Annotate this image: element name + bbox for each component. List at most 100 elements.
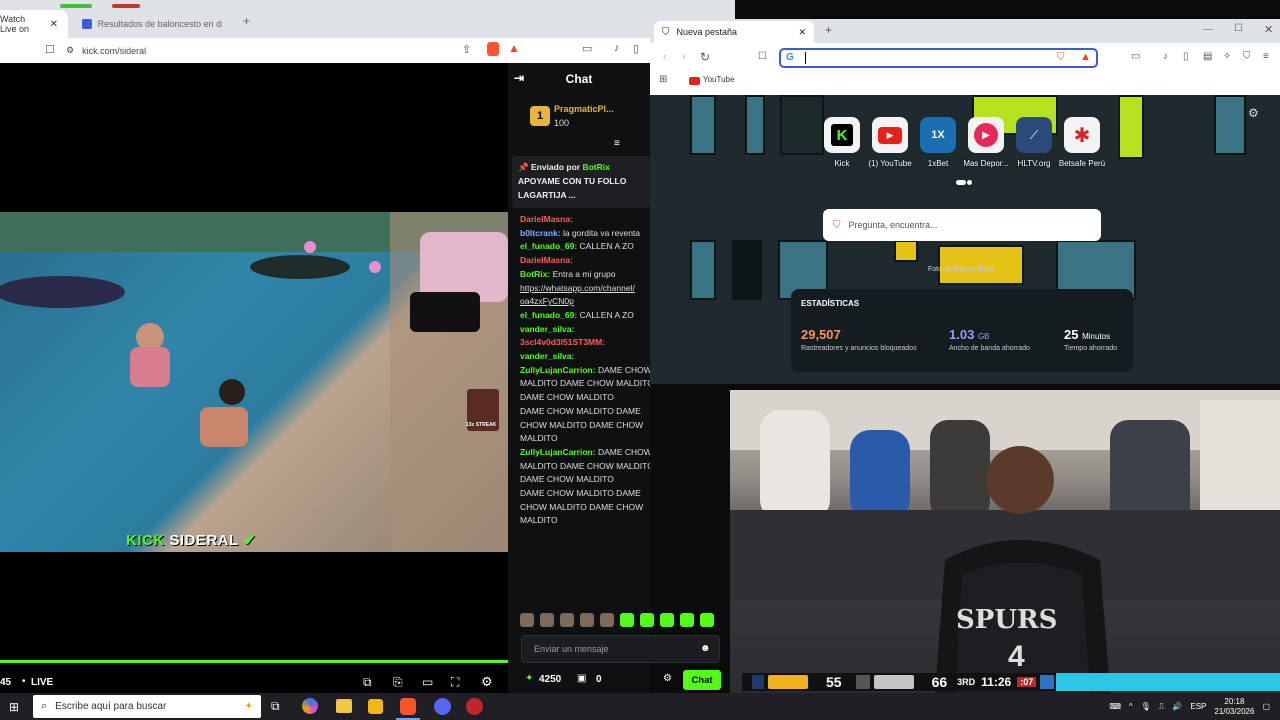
brave-shields-icon[interactable] <box>487 42 499 56</box>
emote-icon[interactable] <box>520 613 534 627</box>
customize-gear-icon[interactable]: ⚙ <box>1248 106 1259 120</box>
music-icon[interactable]: ♪ <box>614 42 620 54</box>
chat-username[interactable]: 3scl4v0d3l51ST3MM: <box>520 337 605 347</box>
emote-icon[interactable] <box>660 613 674 627</box>
close-window-icon[interactable]: ✕ <box>1264 23 1273 36</box>
emote-icon[interactable] <box>580 613 594 627</box>
emote-icon[interactable] <box>620 613 634 627</box>
bookmark-icon[interactable]: ☐ <box>45 43 55 56</box>
music-icon[interactable]: ♪ <box>1163 51 1168 62</box>
emote-icon[interactable] <box>540 613 554 627</box>
pip-icon[interactable]: ⧉ <box>363 675 372 690</box>
task-view-icon[interactable]: ⧉ <box>271 699 280 714</box>
shortcut-youtube[interactable]: ▶ (1) YouTube <box>865 117 915 168</box>
notification-icon[interactable]: ▢ <box>1262 702 1270 711</box>
network-icon[interactable]: ⎍ <box>1159 702 1165 712</box>
shortcut-hltv[interactable]: ⟋ HLTV.org <box>1009 117 1059 168</box>
photo-credit[interactable]: Foto de Blanco Shots <box>928 266 995 273</box>
brave-shields-icon[interactable]: ⛉ <box>1057 52 1065 63</box>
chat-username[interactable]: ZullyLujanCarrion: <box>520 365 596 375</box>
chevron-up-icon[interactable]: ^ <box>1129 702 1133 711</box>
tab-nueva-pestana[interactable]: ⛉ Nueva pestaña ✕ <box>654 21 814 43</box>
pinned-message[interactable]: 📌 Enviado por BotRix APOYAME CON TU FOLL… <box>512 156 650 208</box>
top-user-name[interactable]: PragmaticPl... <box>554 104 614 114</box>
close-icon[interactable]: ✕ <box>798 27 806 38</box>
chat-text[interactable]: https://whatsapp.com/channel/ <box>520 283 635 293</box>
file-explorer-icon[interactable] <box>336 699 352 713</box>
vpn-icon[interactable]: ⛉ <box>1243 51 1251 62</box>
chat-username[interactable]: b0ltcrank: <box>520 228 561 238</box>
stream-frame[interactable] <box>0 212 508 552</box>
filter-icon[interactable]: ≡ <box>614 138 620 149</box>
bookmark-icon[interactable]: ☐ <box>758 51 767 62</box>
windows-start-icon[interactable]: ⊞ <box>9 700 19 714</box>
share-icon[interactable]: ⇪ <box>462 43 471 56</box>
youtube-bookmark[interactable]: YouTube <box>703 75 734 84</box>
basketball-video[interactable]: SPURS 4 <box>730 390 1280 693</box>
forward-icon[interactable]: › <box>682 51 686 63</box>
collapse-chat-icon[interactable]: ⇥ <box>514 71 524 85</box>
tab-kick[interactable]: Watch Live on ✕ <box>0 10 68 38</box>
minimize-icon[interactable]: — <box>1203 24 1213 35</box>
lang-indicator[interactable]: ESP <box>1190 702 1206 711</box>
reader-icon[interactable]: ▭ <box>1131 51 1140 62</box>
emoji-icon[interactable]: ☻ <box>700 643 711 654</box>
new-tab-icon[interactable]: + <box>825 23 832 37</box>
apps-grid-icon[interactable]: ⊞ <box>659 74 667 85</box>
chat-username[interactable]: vander_silva: <box>520 324 574 334</box>
close-icon[interactable]: ✕ <box>50 19 58 30</box>
theater-icon[interactable]: ▭ <box>422 675 433 689</box>
shortcut-mas-deporte[interactable]: ▶ Mas Depor... <box>961 117 1011 168</box>
shortcut-betsafe[interactable]: ✱ Betsafe Perú <box>1057 117 1107 168</box>
emote-icon[interactable] <box>640 613 654 627</box>
brave-icon[interactable] <box>400 698 416 715</box>
emote-icon[interactable] <box>700 613 714 627</box>
omnibox[interactable]: G ⛉ ▲ <box>779 48 1098 68</box>
search-box[interactable]: ⛉ Pregunta, encuentra... <box>823 209 1101 241</box>
rewards-icon[interactable]: ▲ <box>1080 51 1091 63</box>
emote-icon[interactable] <box>560 613 574 627</box>
shortcut-1xbet[interactable]: 1X 1xBet <box>913 117 963 168</box>
keyboard-icon[interactable]: ⌨ <box>1109 702 1121 711</box>
emote-icon[interactable] <box>680 613 694 627</box>
fullscreen-icon[interactable]: ⛶ <box>451 675 459 690</box>
clip-icon[interactable]: ⎘ <box>393 675 403 690</box>
obs-icon[interactable] <box>466 698 483 715</box>
back-icon[interactable]: ‹ <box>663 51 667 63</box>
chat-username[interactable]: DarielMasna: <box>520 214 573 224</box>
page-dot-active[interactable] <box>956 180 966 185</box>
sidebar-icon[interactable]: ▯ <box>1183 51 1189 62</box>
chat-username[interactable]: el_funado_69: <box>520 241 577 251</box>
chat-username[interactable]: DarielMasna: <box>520 255 573 265</box>
chat-username[interactable]: BotRix: <box>520 269 550 279</box>
new-tab-icon[interactable]: + <box>243 14 250 28</box>
progress-bar[interactable] <box>0 660 508 663</box>
store-icon[interactable] <box>368 699 383 714</box>
volume-icon[interactable]: 🔊 <box>1172 702 1182 711</box>
reader-icon[interactable]: ▭ <box>582 42 592 55</box>
chat-send-button[interactable]: Chat <box>683 670 721 690</box>
maximize-icon[interactable]: ☐ <box>1234 23 1243 34</box>
sidebar-icon[interactable]: ▯ <box>633 42 639 55</box>
settings-gear-icon[interactable]: ⚙ <box>481 674 493 690</box>
tab-resultados[interactable]: Resultados de baloncesto en directo <box>72 10 232 38</box>
wallet-icon[interactable]: ▤ <box>1203 51 1212 62</box>
extensions-icon[interactable]: ✧ <box>1223 51 1231 62</box>
chat-message-input[interactable]: Enviar un mensaje ☻ <box>521 635 720 663</box>
menu-icon[interactable]: ≡ <box>1263 51 1269 62</box>
page-dot[interactable] <box>967 180 972 185</box>
rewards-icon[interactable]: ▲ <box>508 41 520 55</box>
points-value[interactable]: 4250 <box>539 674 561 685</box>
emote-icon[interactable] <box>600 613 614 627</box>
discord-icon[interactable] <box>434 698 451 715</box>
chat-text[interactable]: oa4zxFyCN0p <box>520 296 574 306</box>
address-bar[interactable]: ⚙ kick.com/sideral <box>66 41 486 60</box>
copilot-icon[interactable] <box>302 698 318 714</box>
chat-username[interactable]: vander_silva: <box>520 351 574 361</box>
reload-icon[interactable]: ↻ <box>700 50 710 64</box>
chat-username[interactable]: el_funado_69: <box>520 310 577 320</box>
chat-username[interactable]: ZullyLujanCarrion: <box>520 447 596 457</box>
mic-icon[interactable]: 🎙 <box>1141 702 1151 711</box>
chat-settings-icon[interactable]: ⚙ <box>663 673 672 684</box>
clock[interactable]: 20:18 21/03/2026 <box>1214 697 1254 717</box>
